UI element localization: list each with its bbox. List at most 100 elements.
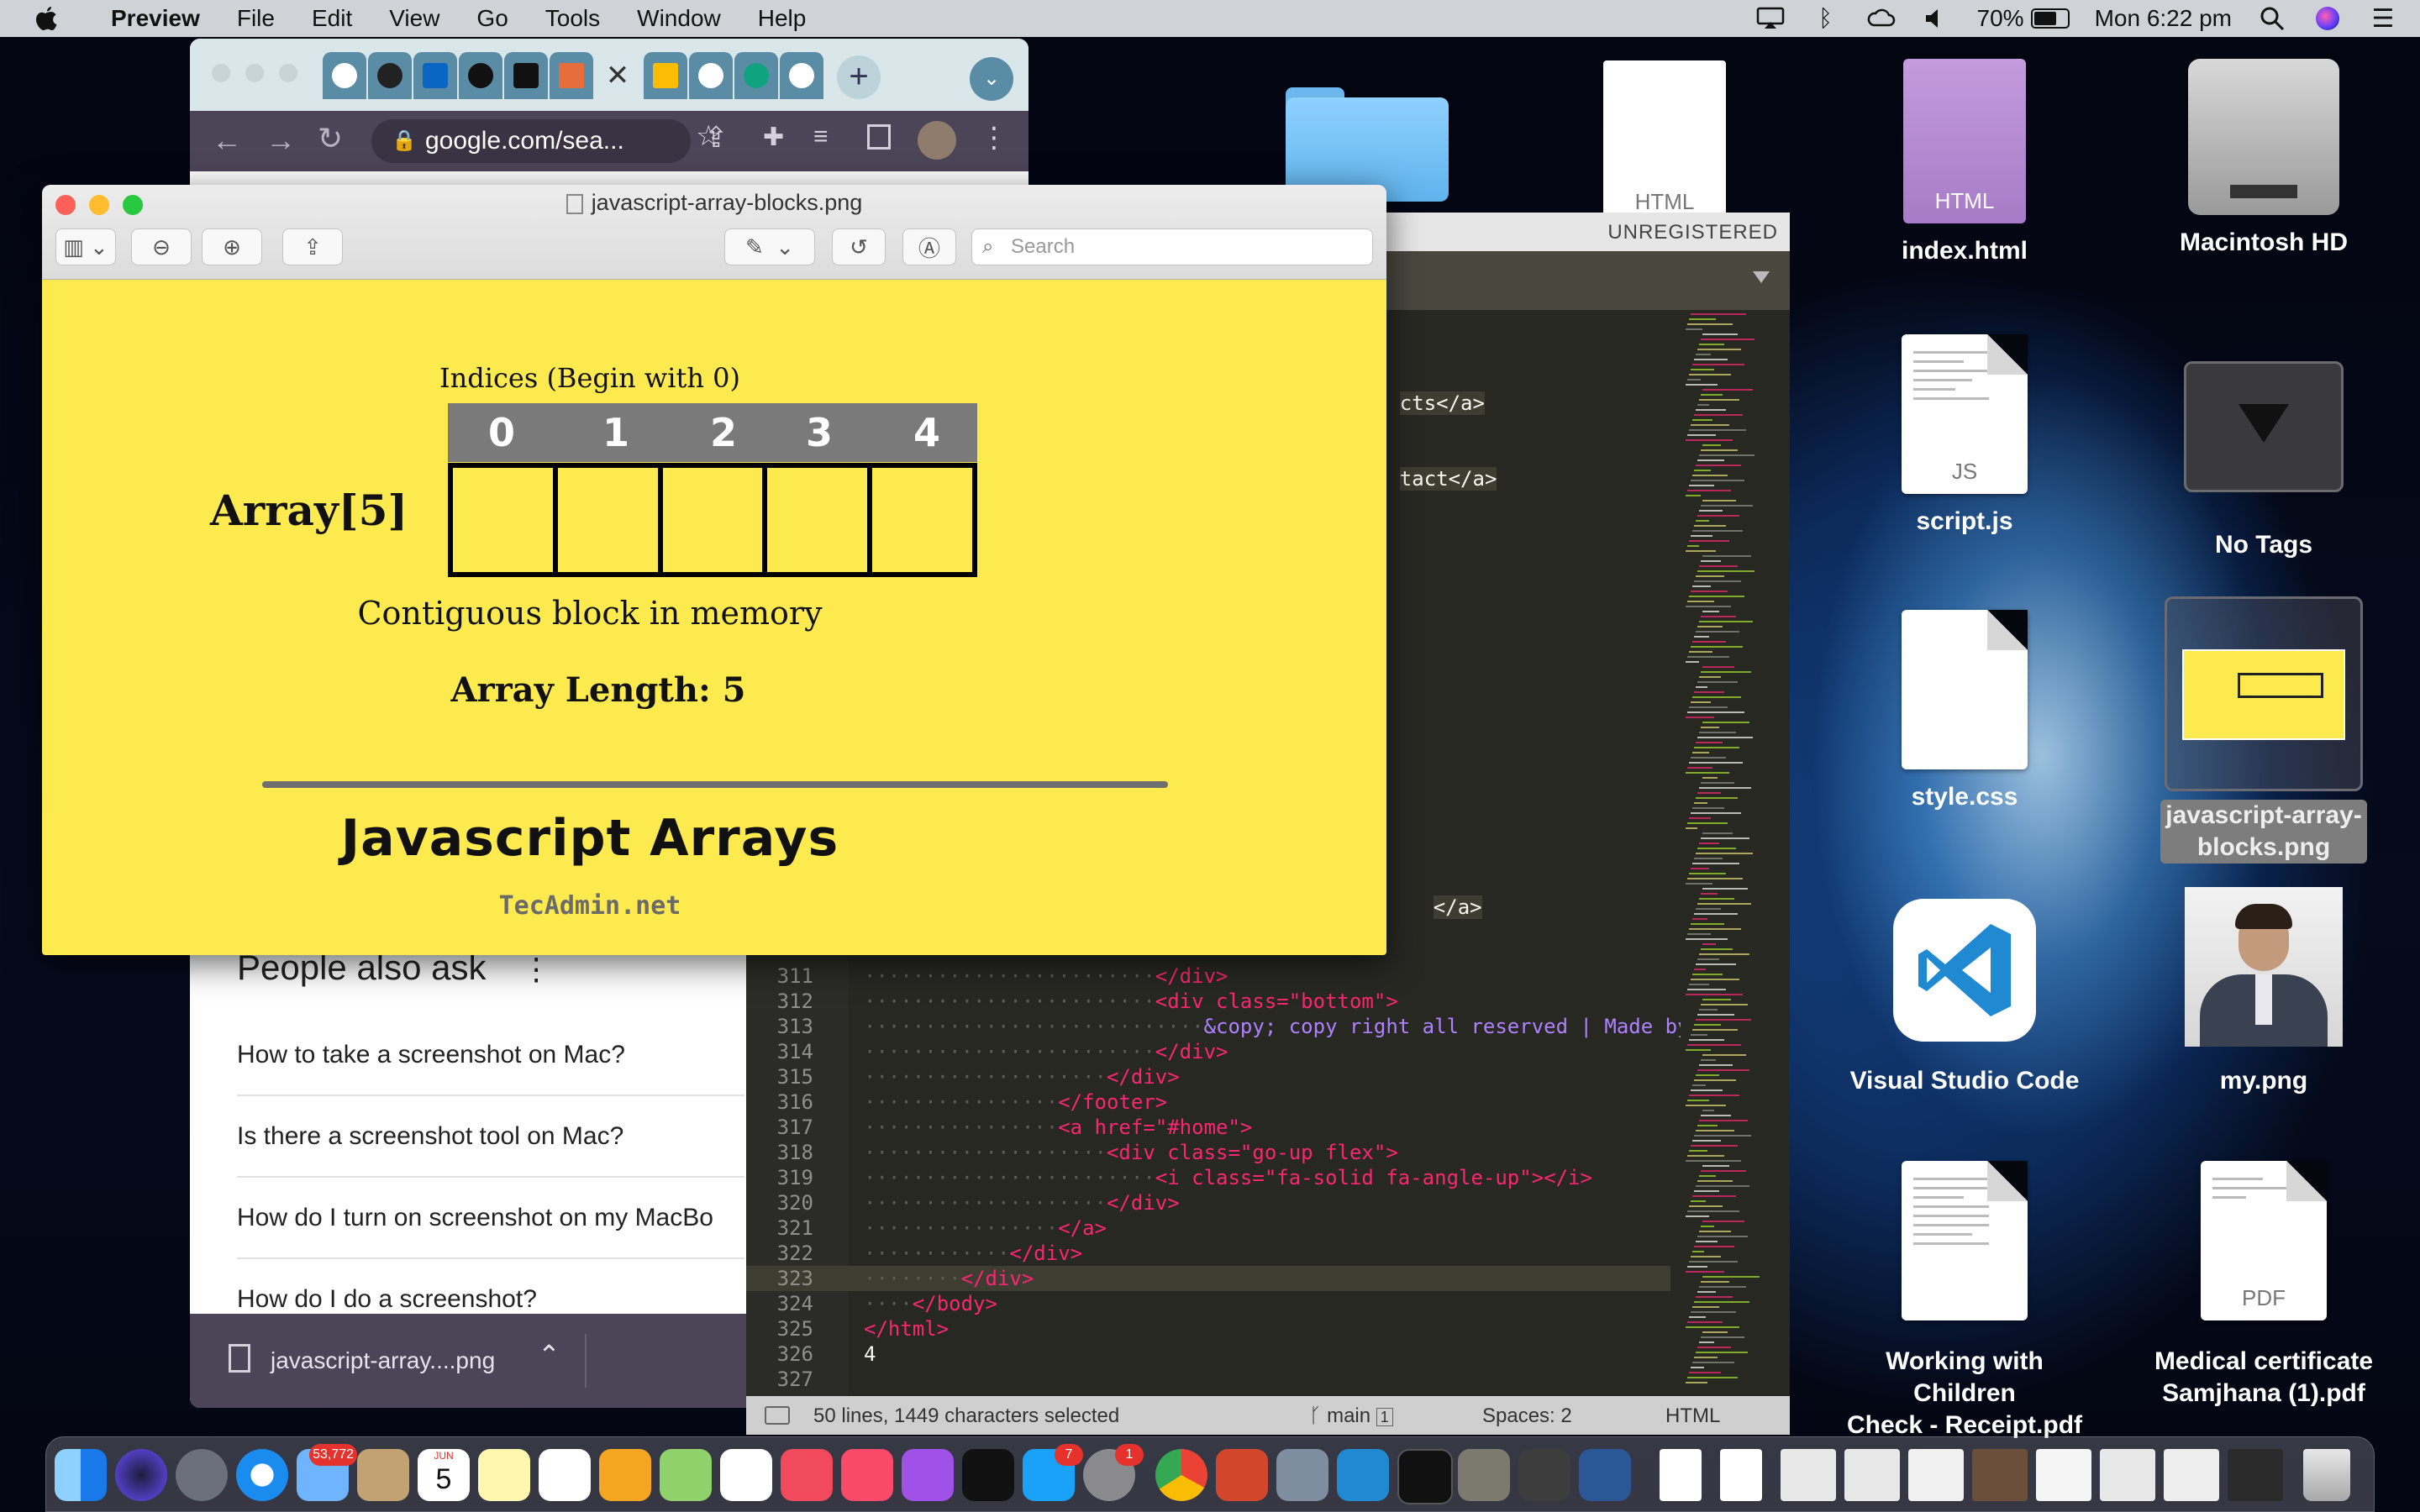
- menu-go[interactable]: Go: [458, 0, 526, 37]
- calendar-icon[interactable]: JUN 5: [418, 1449, 470, 1501]
- code-line[interactable]: 322 ············</div>: [746, 1241, 1670, 1266]
- creative-cloud-icon[interactable]: [1866, 6, 1897, 31]
- desktop-icon-javascript-array-blocks-png[interactable]: javascript-array- blocks.png: [2138, 596, 2390, 864]
- control-center-icon[interactable]: ☰: [2368, 5, 2398, 33]
- apple-menu-icon[interactable]: [0, 0, 92, 37]
- reminders-icon[interactable]: [539, 1449, 591, 1501]
- window-thumbnail-icon[interactable]: [2100, 1449, 2155, 1501]
- document-icon[interactable]: [1720, 1449, 1762, 1501]
- tab-10[interactable]: [780, 52, 823, 99]
- chrome-icon[interactable]: [1155, 1449, 1207, 1501]
- tab-7[interactable]: [644, 52, 687, 99]
- code-line[interactable]: 312 ························<div class="b…: [746, 989, 1670, 1014]
- word-icon[interactable]: [1579, 1449, 1631, 1501]
- code-line[interactable]: 316 ················</footer>: [746, 1089, 1670, 1115]
- finder-icon[interactable]: [55, 1449, 107, 1501]
- menu-edit[interactable]: Edit: [293, 0, 371, 37]
- code-line[interactable]: 320 ····················</div>: [746, 1190, 1670, 1215]
- podcasts-icon[interactable]: [902, 1449, 954, 1501]
- spotlight-search-icon[interactable]: [2257, 6, 2287, 31]
- window-thumbnail-icon[interactable]: [1908, 1449, 1964, 1501]
- markup-toolbar-button[interactable]: Ⓐ: [902, 228, 956, 265]
- tab-9[interactable]: [734, 52, 778, 99]
- back-arrow-icon[interactable]: ←: [212, 123, 242, 158]
- zoom-out-button[interactable]: ⊖: [131, 228, 192, 265]
- address-bar[interactable]: 🔒 google.com/sea...: [371, 119, 691, 163]
- code-line[interactable]: 325 </html>: [746, 1316, 1670, 1341]
- desktop-icon-my-png[interactable]: my.png: [2138, 887, 2390, 1097]
- vscode-dock-icon[interactable]: [1337, 1449, 1389, 1501]
- desktop-icon-script-js[interactable]: JS script.js: [1839, 334, 2091, 538]
- window-thumbnail-icon[interactable]: [1844, 1449, 1900, 1501]
- bluetooth-icon[interactable]: ᛒ: [1811, 5, 1841, 31]
- clock[interactable]: Mon 6:22 pm: [2095, 5, 2232, 32]
- code-line[interactable]: 317 ················<a href="#home">: [746, 1115, 1670, 1140]
- side-panel-icon[interactable]: [867, 124, 891, 150]
- minimap[interactable]: [1681, 310, 1790, 1396]
- battery-status[interactable]: 70%: [1977, 5, 2070, 32]
- code-line[interactable]: 324 ····</body>: [746, 1291, 1670, 1316]
- window-thumbnail-icon[interactable]: [2228, 1449, 2283, 1501]
- indentation-status[interactable]: Spaces: 2: [1482, 1404, 1572, 1428]
- tab-5[interactable]: [504, 52, 548, 99]
- app-store-icon[interactable]: 7: [1023, 1444, 1083, 1501]
- more-menu-icon[interactable]: ⋮: [980, 121, 1008, 155]
- code-line[interactable]: 327: [746, 1367, 1670, 1392]
- mail-icon[interactable]: 53,772: [297, 1444, 357, 1501]
- window-thumbnail-icon[interactable]: [2036, 1449, 2091, 1501]
- git-branch-status[interactable]: ᚴ main 1: [1309, 1404, 1393, 1428]
- zoom-in-button[interactable]: ⊕: [202, 228, 262, 265]
- rotate-button[interactable]: ↺: [832, 228, 886, 265]
- panel-toggle-icon[interactable]: [765, 1406, 790, 1425]
- menu-window[interactable]: Window: [618, 0, 739, 37]
- siri-dock-icon[interactable]: [115, 1449, 167, 1501]
- code-line[interactable]: 326 4: [746, 1341, 1670, 1367]
- keynote-icon[interactable]: [599, 1449, 651, 1501]
- news-icon[interactable]: [781, 1449, 833, 1501]
- airplay-icon[interactable]: [1755, 6, 1786, 31]
- sidebar-toggle-button[interactable]: ▥ ⌄: [55, 228, 116, 265]
- window-minimize-button[interactable]: [245, 64, 264, 82]
- tab-active[interactable]: ✕: [595, 52, 640, 99]
- volume-icon[interactable]: [1922, 6, 1952, 31]
- extensions-icon[interactable]: ✚: [763, 123, 784, 152]
- code-line[interactable]: 313 ····························&copy; co…: [746, 1014, 1775, 1039]
- code-line[interactable]: 321 ················</a>: [746, 1215, 1670, 1241]
- question-item[interactable]: How do I turn on screenshot on my MacBo: [237, 1176, 744, 1257]
- app-icon[interactable]: [1458, 1449, 1510, 1501]
- siri-icon[interactable]: [2312, 6, 2343, 31]
- menu-file[interactable]: File: [218, 0, 293, 37]
- menu-tools[interactable]: Tools: [527, 0, 618, 37]
- safari-icon[interactable]: [236, 1449, 288, 1501]
- desktop-icon-style-css[interactable]: style.css: [1839, 610, 2091, 813]
- menu-view[interactable]: View: [371, 0, 458, 37]
- forward-arrow-icon[interactable]: →: [266, 123, 296, 158]
- bookmark-star-icon[interactable]: ☆: [696, 119, 721, 153]
- powerpoint-icon[interactable]: [1216, 1449, 1268, 1501]
- syntax-status[interactable]: HTML: [1665, 1404, 1720, 1428]
- maps-icon[interactable]: [660, 1449, 712, 1501]
- code-line[interactable]: 323 ········</div>: [746, 1266, 1670, 1291]
- window-thumbnail-icon[interactable]: [1781, 1449, 1836, 1501]
- desktop-icon-working-with-children-pdf[interactable]: Working with Children Check - Receipt.pd…: [1839, 1161, 2091, 1441]
- question-item[interactable]: Is there a screenshot tool on Mac?: [237, 1095, 744, 1176]
- profile-avatar[interactable]: [918, 121, 956, 160]
- download-item-name[interactable]: javascript-array....png: [271, 1347, 495, 1374]
- tab-8[interactable]: [689, 52, 733, 99]
- reload-icon[interactable]: ↻: [318, 121, 343, 156]
- question-item[interactable]: How to take a screenshot on Mac?: [237, 1015, 744, 1095]
- tab-4[interactable]: [459, 52, 502, 99]
- more-options-icon[interactable]: ⋮: [521, 952, 551, 986]
- menu-app-name[interactable]: Preview: [92, 0, 218, 37]
- tab-dropdown-icon[interactable]: [1753, 271, 1770, 283]
- tv-icon[interactable]: [962, 1449, 1014, 1501]
- notes-icon[interactable]: [478, 1449, 530, 1501]
- search-field[interactable]: ⌕ Search: [971, 228, 1373, 265]
- window-zoom-button[interactable]: [279, 64, 297, 82]
- desktop-folder-icon[interactable]: [1286, 74, 1449, 202]
- tab-1[interactable]: [323, 52, 366, 99]
- desktop-icon-index-html[interactable]: HTML index.html: [1839, 59, 2091, 267]
- desktop-partial-html-doc[interactable]: HTML: [1603, 60, 1726, 217]
- tab-search-button[interactable]: ⌄: [970, 57, 1013, 101]
- desktop-icon-visual-studio-code[interactable]: Visual Studio Code: [1839, 899, 2091, 1097]
